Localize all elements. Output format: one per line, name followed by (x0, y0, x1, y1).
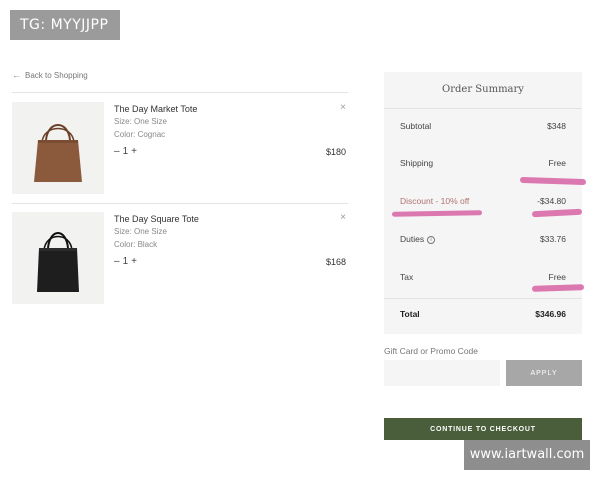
total-label: Total (400, 309, 420, 319)
discount-row: Discount - 10% off -$34.80 (400, 196, 566, 206)
shipping-label: Shipping (400, 158, 434, 168)
product-color: Color: Cognac (114, 130, 166, 139)
cart-top-divider (12, 92, 348, 93)
info-icon[interactable]: i (427, 235, 436, 244)
total-value: $346.96 (535, 309, 566, 319)
product-color: Color: Black (114, 240, 158, 249)
promo-code-label: Gift Card or Promo Code (384, 346, 479, 356)
back-to-shopping-link[interactable]: ← Back to Shopping (12, 70, 88, 80)
remove-item-icon[interactable]: × (340, 102, 346, 113)
shipping-row: Shipping Free (400, 158, 566, 168)
cart-item-square-tote: The Day Square Tote Size: One Size Color… (12, 212, 348, 304)
tax-label: Tax (400, 272, 414, 282)
cart-item-market-tote: The Day Market Tote Size: One Size Color… (12, 102, 348, 194)
quantity-stepper: – 1 + (114, 146, 137, 157)
product-image[interactable] (12, 102, 104, 194)
product-name[interactable]: The Day Square Tote (114, 214, 199, 224)
subtotal-row: Subtotal $348 (400, 121, 566, 131)
tax-value: Free (548, 272, 566, 282)
subtotal-label: Subtotal (400, 121, 432, 131)
qty-decrease-button[interactable]: – (114, 256, 120, 267)
qty-increase-button[interactable]: + (131, 256, 137, 267)
qty-decrease-button[interactable]: – (114, 146, 120, 157)
promo-code-input[interactable] (384, 360, 500, 386)
apply-button[interactable]: APPLY (506, 360, 582, 386)
quantity-stepper: – 1 + (114, 256, 137, 267)
item-price: $180 (325, 147, 346, 157)
qty-value: 1 (122, 256, 129, 267)
tote-bag-image (37, 232, 79, 292)
total-row: Total $346.96 (400, 309, 566, 319)
watermark-bottom: www.iartwall.com (464, 440, 590, 470)
summary-divider (384, 298, 582, 299)
tote-bag-image (34, 124, 82, 182)
qty-increase-button[interactable]: + (131, 146, 137, 157)
watermark-top: TG: MYYJJPP (10, 10, 120, 40)
discount-value: -$34.80 (537, 196, 566, 206)
remove-item-icon[interactable]: × (340, 212, 346, 223)
continue-to-checkout-button[interactable]: CONTINUE TO CHECKOUT (384, 418, 582, 440)
duties-label: Duties (400, 234, 425, 244)
shipping-value: Free (548, 158, 566, 168)
back-link-label: Back to Shopping (25, 70, 88, 80)
summary-divider (384, 108, 582, 109)
product-name[interactable]: The Day Market Tote (114, 104, 197, 114)
arrow-left-icon: ← (12, 70, 21, 80)
tax-row: Tax Free (400, 272, 566, 282)
order-summary-title: Order Summary (442, 84, 524, 95)
product-image[interactable] (12, 212, 104, 304)
product-size: Size: One Size (114, 117, 167, 126)
order-summary-panel: Order Summary Subtotal $348 Shipping Fre… (384, 72, 582, 334)
duties-label-group: Duties i (400, 234, 436, 244)
product-size: Size: One Size (114, 227, 167, 236)
cart-item-divider (12, 203, 348, 204)
subtotal-value: $348 (547, 121, 566, 131)
discount-label: Discount - 10% off (400, 196, 470, 206)
duties-row: Duties i $33.76 (400, 234, 566, 244)
item-price: $168 (325, 257, 346, 267)
duties-value: $33.76 (540, 234, 566, 244)
qty-value: 1 (122, 146, 129, 157)
